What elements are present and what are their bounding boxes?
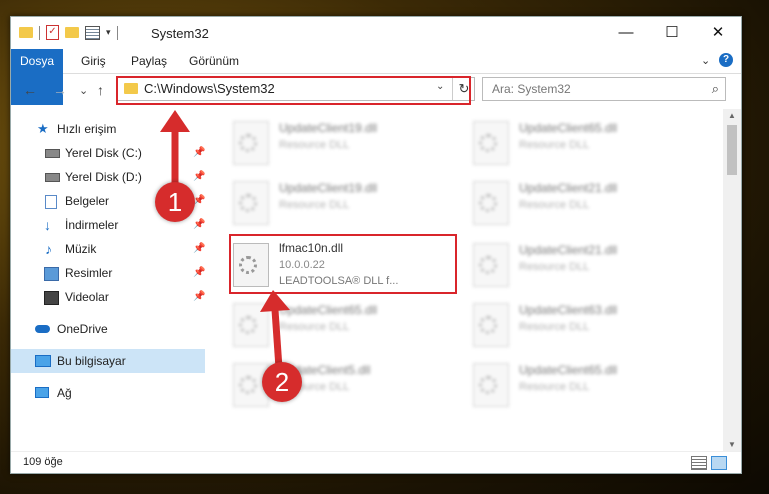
step-badge-1: 1 (155, 182, 195, 222)
annotation-arrows (160, 110, 290, 369)
step-badge-2: 2 (262, 362, 302, 402)
arrow-2 (260, 290, 290, 369)
arrow-1 (160, 110, 190, 188)
